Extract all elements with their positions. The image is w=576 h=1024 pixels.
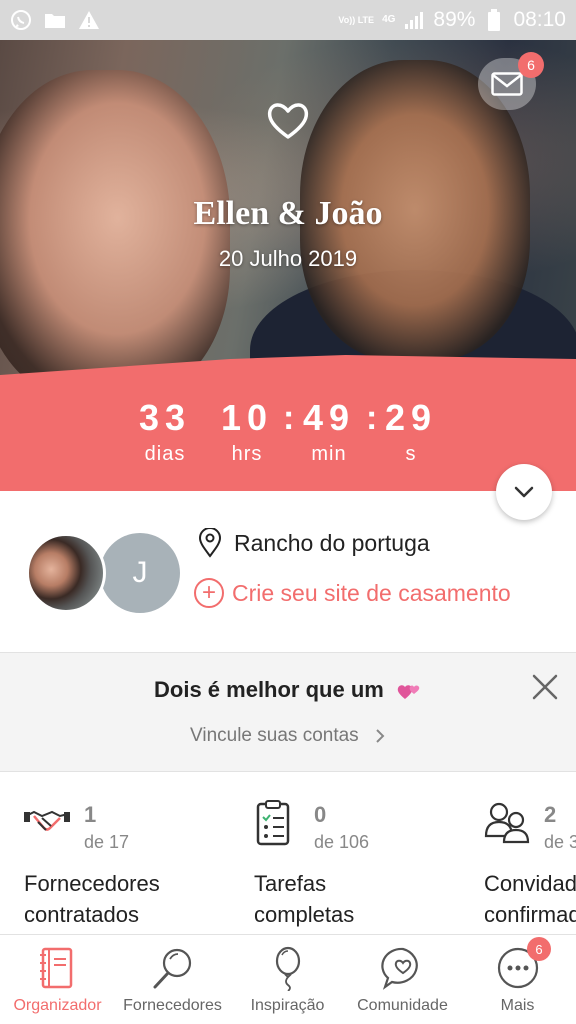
signal-icon (403, 9, 425, 31)
chat-heart-icon (381, 947, 418, 990)
link-accounts-button[interactable]: Vincule suas contas (0, 725, 576, 747)
link-accounts-label: Vincule suas contas (190, 725, 359, 746)
seconds-label: s (405, 443, 417, 465)
tasks-label: Tarefas completas (254, 868, 484, 930)
promo-title-text: Dois é melhor que um (154, 677, 384, 702)
nav-organizador[interactable]: Organizador (0, 935, 115, 1024)
network-type: 4G (382, 14, 396, 25)
days-label: dias (144, 443, 186, 465)
countdown-minutes: 49 min (284, 397, 374, 466)
guests-count: 2 (544, 802, 557, 827)
chevron-right-icon (376, 729, 385, 743)
hours-label: hrs (231, 443, 263, 465)
guests-label-line1: Convidados (484, 871, 576, 896)
handshake-icon (24, 810, 70, 831)
countdown-days: 33 dias (120, 397, 210, 466)
mail-badge: 6 (518, 52, 544, 78)
nav-mais[interactable]: 6 Mais (460, 935, 575, 1024)
volte-indicator: Vo)) LTE (338, 14, 375, 25)
location-pin-icon (198, 528, 222, 558)
countdown-hours: 10 hrs (202, 397, 292, 466)
more-badge: 6 (527, 937, 551, 961)
plus-circle-icon: + (194, 578, 224, 608)
vendors-total: de 17 (84, 832, 130, 852)
couple-names: Ellen & João (193, 195, 383, 232)
two-hearts-icon (397, 685, 420, 700)
tasks-total: de 106 (314, 832, 370, 852)
planner-icon (40, 947, 73, 989)
tasks-label-line1: Tarefas (254, 871, 327, 896)
nav-label: Fornecedores (123, 997, 222, 1014)
wedding-date: 20 Julho 2019 (218, 246, 358, 271)
couple-avatar[interactable] (26, 533, 106, 613)
guests-label-line2: confirmados (484, 902, 576, 927)
nav-label: Comunidade (357, 997, 448, 1014)
venue-row[interactable]: Rancho do portuga (198, 528, 430, 558)
guests-total: de 3 (544, 832, 576, 852)
heart-logo-icon (267, 103, 309, 139)
countdown-band: 33 dias 10 hrs : 49 min : 29 s (0, 355, 576, 491)
countdown-seconds: 29 s (366, 397, 456, 466)
vendors-label-line2: contratados (24, 902, 139, 927)
envelope-icon (491, 72, 523, 96)
close-icon[interactable] (530, 672, 560, 702)
status-bar: Vo)) LTE 4G 89% 08:10 (0, 0, 576, 40)
bottom-navigation: Organizador Fornecedores Inspiração Comu… (0, 934, 576, 1024)
whatsapp-icon (10, 9, 32, 31)
minutes-value: 49 (302, 397, 356, 438)
vendors-label: Fornecedores contratados (24, 868, 254, 930)
nav-label: Organizador (13, 997, 102, 1014)
nav-label: Mais (500, 997, 535, 1014)
guests-icon (484, 802, 530, 844)
vendors-label-line1: Fornecedores (24, 871, 160, 896)
search-icon (153, 948, 192, 989)
guests-label: Convidados confirmados (484, 868, 576, 930)
hours-value: 10 (220, 397, 274, 438)
create-site-link[interactable]: + Crie seu site de casamento (194, 578, 511, 608)
venue-name: Rancho do portuga (234, 529, 430, 556)
nav-fornecedores[interactable]: Fornecedores (115, 935, 230, 1024)
tasks-label-line2: completas (254, 902, 355, 927)
vendors-count: 1 (84, 802, 97, 827)
nav-inspiracao[interactable]: Inspiração (230, 935, 345, 1024)
folder-icon (44, 9, 66, 31)
tasks-count: 0 (314, 802, 327, 827)
balloon-icon (275, 946, 301, 991)
checklist-icon (256, 800, 290, 846)
battery-percent: 89% (433, 8, 476, 31)
create-site-label: Crie seu site de casamento (232, 579, 511, 606)
partner-avatar[interactable]: J (100, 533, 180, 613)
link-accounts-card: Dois é melhor que um Vincule suas contas (0, 652, 576, 772)
nav-label: Inspiração (250, 997, 325, 1014)
warning-icon (78, 9, 100, 31)
promo-title: Dois é melhor que um (0, 677, 576, 703)
clock: 08:10 (513, 8, 566, 31)
nav-comunidade[interactable]: Comunidade (345, 935, 460, 1024)
expand-button[interactable] (496, 464, 552, 520)
battery-icon (483, 9, 505, 31)
seconds-value: 29 (384, 397, 438, 438)
days-value: 33 (138, 397, 192, 438)
minutes-label: min (311, 443, 347, 465)
chevron-down-icon (514, 486, 534, 498)
